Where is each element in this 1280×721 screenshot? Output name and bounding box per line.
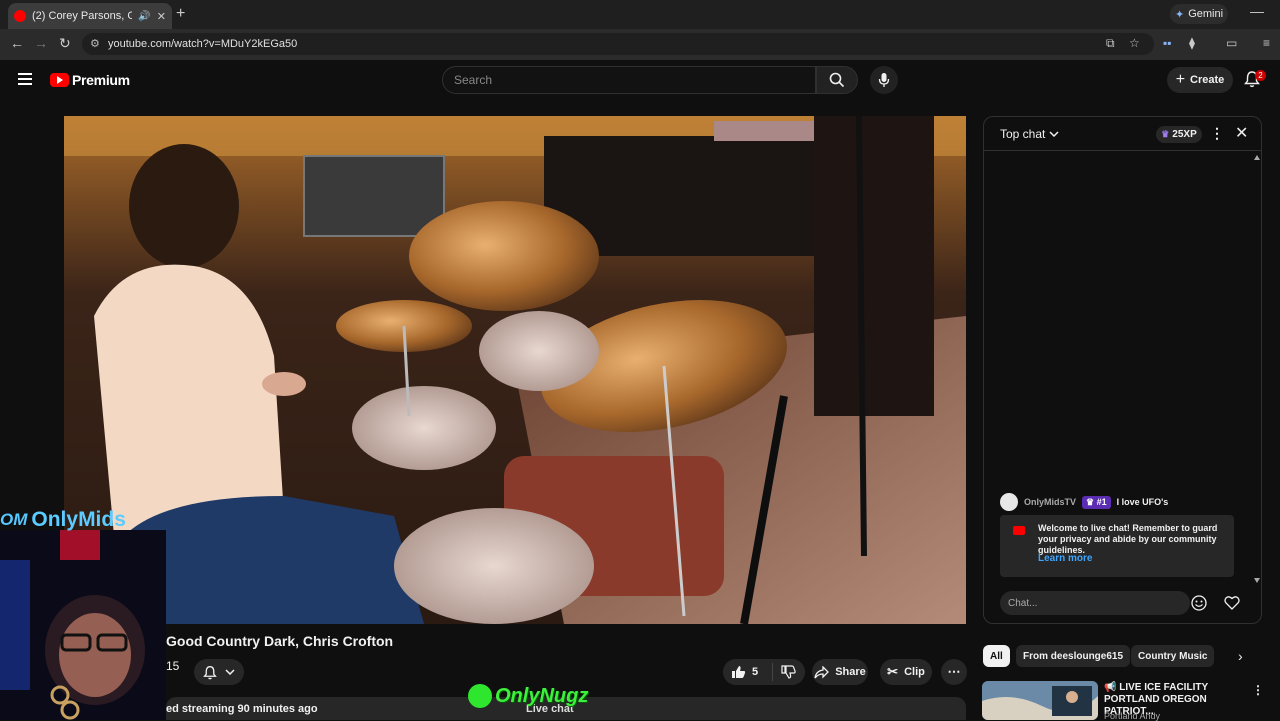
- subscriber-count: 15: [166, 659, 180, 673]
- speaker-icon[interactable]: 🔊: [138, 11, 150, 22]
- reload-icon[interactable]: ↻: [59, 35, 71, 52]
- youtube-favicon-icon: [14, 10, 26, 22]
- chevron-down-icon: [225, 669, 235, 675]
- url-text: youtube.com/watch?v=MDuY2kEGa50: [108, 38, 298, 50]
- xp-badge[interactable]: ♛ 25XP: [1156, 126, 1202, 143]
- split-view-icon[interactable]: ▭: [1226, 36, 1237, 50]
- smiley-icon: [1191, 595, 1207, 611]
- recommendation-more-icon[interactable]: ⋮: [1252, 683, 1264, 697]
- subscription-notifications-button[interactable]: [194, 659, 244, 685]
- youtube-small-icon: [1013, 526, 1025, 535]
- like-count: 5: [752, 666, 759, 678]
- scroll-arrows-icon: [1254, 155, 1260, 583]
- stream-info: ed streaming 90 minutes ago: [166, 703, 318, 715]
- video-frame-drummer: [64, 116, 966, 624]
- welcome-text: Welcome to live chat! Remember to guard …: [1038, 523, 1218, 555]
- webcam-frame: [0, 530, 166, 720]
- chip-country-music[interactable]: Country Music: [1131, 645, 1215, 667]
- live-chat-panel: Top chat ♛ 25XP ⋮ ✕ OnlyMidsTV ♛ #1 I lo…: [983, 116, 1262, 624]
- youtube-play-logo-icon: [50, 73, 69, 87]
- crown-icon: ♛: [1161, 129, 1170, 139]
- rank-badge: ♛ #1: [1082, 495, 1111, 509]
- chat-message: OnlyMidsTV ♛ #1 I love UFO's: [1000, 493, 1168, 511]
- chat-message-text: I love UFO's: [1116, 497, 1169, 507]
- bookmark-star-icon[interactable]: ☆: [1129, 36, 1140, 50]
- learn-more-link[interactable]: Learn more: [1038, 553, 1092, 564]
- tab-title: (2) Corey Parsons, Good Co: [32, 10, 133, 22]
- site-settings-icon[interactable]: ⚙: [90, 37, 100, 50]
- search-icon: [829, 72, 845, 88]
- browser-menu-icon[interactable]: ≡: [1263, 36, 1270, 50]
- hamburger-menu-icon[interactable]: [18, 73, 32, 85]
- browser-tab-bar: [0, 0, 1280, 29]
- streamer-webcam-overlay: [0, 530, 166, 720]
- chip-all[interactable]: All: [983, 645, 1010, 667]
- install-app-icon[interactable]: ⧉: [1106, 36, 1115, 51]
- chat-input[interactable]: Chat...: [1000, 591, 1190, 615]
- welcome-notice: Welcome to live chat! Remember to guard …: [1000, 515, 1234, 577]
- youtube-logo[interactable]: Premium: [50, 72, 130, 88]
- chat-close-icon[interactable]: ✕: [1235, 123, 1248, 143]
- clip-button[interactable]: ✂ Clip: [880, 659, 932, 685]
- logo-text: Premium: [72, 72, 130, 88]
- search-button[interactable]: [816, 66, 858, 94]
- chat-scrollbar[interactable]: [1254, 155, 1260, 583]
- onlymids-badge: OM: [0, 510, 28, 529]
- map-thumbnail-image: [982, 681, 1098, 720]
- voice-search-button[interactable]: [870, 66, 898, 94]
- heart-icon: [1224, 596, 1240, 610]
- like-dislike-group: 5: [723, 659, 805, 685]
- onlymids-logo: OM OnlyMids: [0, 506, 126, 534]
- thumbs-down-icon: [781, 665, 796, 679]
- scissors-icon: ✂: [887, 664, 899, 679]
- minimize-button[interactable]: —: [1250, 3, 1264, 19]
- chat-more-icon[interactable]: ⋮: [1210, 125, 1224, 142]
- emoji-button[interactable]: [1191, 595, 1207, 616]
- create-button[interactable]: + Create: [1167, 67, 1233, 93]
- tab-close-icon[interactable]: ✕: [157, 10, 166, 23]
- forward-icon[interactable]: →: [34, 35, 48, 51]
- heart-reaction-button[interactable]: [1224, 595, 1240, 615]
- new-tab-button[interactable]: +: [176, 5, 185, 23]
- chat-mode-dropdown[interactable]: Top chat: [1000, 127, 1059, 141]
- chip-from-channel[interactable]: From deeslounge615: [1016, 645, 1131, 667]
- gemini-button[interactable]: ✦ Gemini: [1170, 4, 1228, 24]
- recommendation-thumbnail[interactable]: [982, 681, 1098, 720]
- thumbs-up-icon: [732, 666, 746, 678]
- back-icon[interactable]: ←: [10, 35, 24, 51]
- onlymids-text: OnlyMids: [31, 508, 126, 531]
- notification-count-badge: 2: [1255, 70, 1266, 81]
- extension-icon[interactable]: ▪▪: [1163, 36, 1172, 50]
- share-label: Share: [835, 666, 866, 678]
- rank-value: #1: [1096, 496, 1107, 507]
- avatar[interactable]: [1000, 493, 1018, 511]
- xp-value: 25XP: [1172, 129, 1197, 140]
- video-player[interactable]: [64, 116, 966, 624]
- microphone-icon: [878, 73, 890, 87]
- video-title: Good Country Dark, Chris Crofton: [166, 633, 394, 649]
- chat-mode-label: Top chat: [1000, 127, 1046, 141]
- onlynugz-text: OnlyNugz: [495, 684, 589, 707]
- onlynugz-logo: OnlyNugz: [468, 684, 588, 708]
- dislike-button[interactable]: [773, 665, 796, 679]
- onlynugz-mascot-icon: [468, 684, 492, 708]
- chevron-right-icon[interactable]: ›: [1238, 648, 1243, 664]
- more-actions-icon[interactable]: ⋯: [941, 659, 967, 685]
- gemini-label: Gemini: [1188, 8, 1224, 20]
- share-arrow-icon: [814, 665, 830, 679]
- create-label: Create: [1190, 74, 1225, 86]
- share-button[interactable]: Share: [812, 659, 868, 685]
- url-bar[interactable]: ⚙ youtube.com/watch?v=MDuY2kEGa50: [82, 33, 1154, 55]
- bell-icon: [203, 665, 217, 679]
- search-input[interactable]: Search: [442, 66, 816, 94]
- browser-tab[interactable]: (2) Corey Parsons, Good Co 🔊 ✕: [8, 3, 172, 29]
- gemini-icon: ✦: [1174, 8, 1185, 21]
- chevron-down-icon: [1049, 131, 1059, 137]
- clip-label: Clip: [904, 666, 925, 678]
- plus-icon: +: [1175, 71, 1186, 88]
- like-button[interactable]: 5: [723, 663, 773, 681]
- extensions-puzzle-icon[interactable]: ⧫: [1189, 36, 1195, 50]
- chat-author[interactable]: OnlyMidsTV: [1024, 497, 1076, 507]
